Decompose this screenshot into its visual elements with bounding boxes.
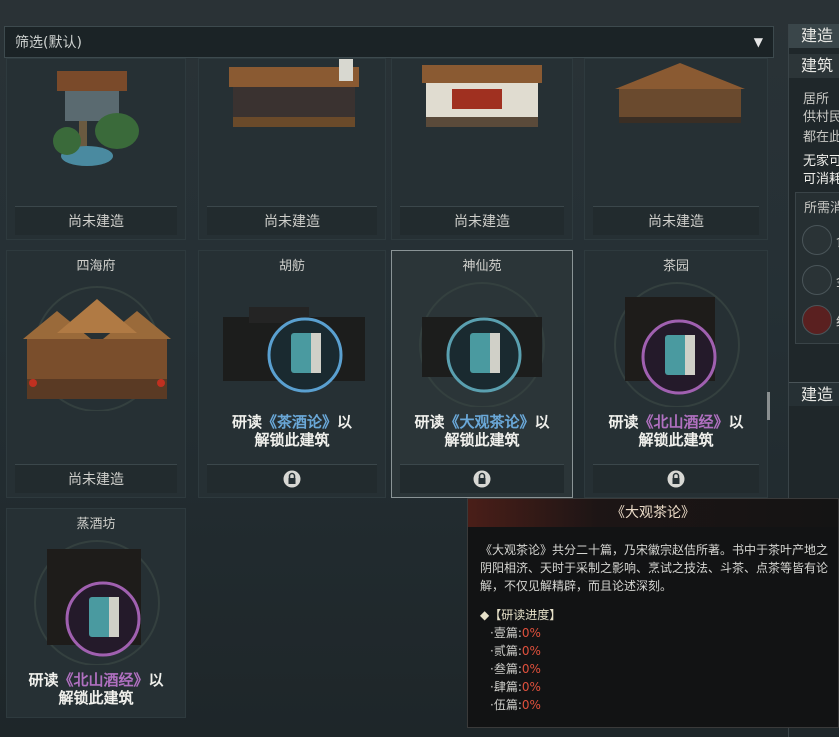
building-art-hall (229, 59, 359, 127)
building-art-manor (615, 63, 745, 123)
book-link[interactable]: 《北山酒经》 (638, 413, 728, 431)
panel-subheader: 建筑 (789, 54, 839, 78)
panel-text: 供村民 (803, 110, 839, 125)
building-name: 胡舫 (278, 259, 305, 274)
lock-status (593, 464, 759, 493)
building-card-sihaifu[interactable]: 四海府 尚未建造 (6, 250, 186, 498)
building-art-chayuan-locked (614, 282, 740, 407)
progress-row: ·伍篇:0% (490, 698, 541, 712)
building-card-chayuan[interactable]: 茶园 研读《北山酒经》以 解锁此建筑 (584, 250, 768, 498)
chevron-down-icon[interactable]: ▼ (754, 35, 763, 49)
building-card[interactable]: 尚未建造 (6, 58, 186, 240)
unlock-text: 研读《大观茶论》以 解锁此建筑 (414, 413, 550, 449)
filter-label: 筛选(默认) (15, 35, 82, 51)
building-art-pavilion (53, 71, 139, 166)
building-name: 神仙苑 (462, 259, 502, 274)
progress-row: ·肆篇:0% (490, 680, 541, 694)
card-status: 尚未建造 (400, 206, 564, 235)
book-link[interactable]: 《北山酒经》 (58, 671, 148, 689)
building-card[interactable]: 尚未建造 (198, 58, 386, 240)
card-status: 尚未建造 (15, 464, 177, 493)
card-status: 尚未建造 (593, 206, 759, 235)
panel-text: 可消耗 (803, 172, 839, 187)
book-link[interactable]: 《大观茶论》 (444, 413, 534, 431)
panel-text: 都在此 (803, 130, 839, 145)
building-art-sihaifu (23, 286, 171, 411)
wheat-icon (802, 225, 832, 255)
filter-dropdown[interactable]: 筛选(默认) ▼ (4, 26, 774, 58)
building-art-teahouse (422, 65, 542, 127)
lock-icon (667, 470, 685, 488)
lock-status (207, 464, 377, 493)
unlock-text: 研读《北山酒经》以 解锁此建筑 (28, 671, 164, 707)
panel-text: 居所 (803, 92, 830, 107)
book-link[interactable]: 《茶酒论》 (262, 413, 337, 431)
tooltip-description: 《大观茶论》共分二十篇，乃宋徽宗赵佶所著。书中于茶叶产地之阴阳相济、天时于采制之… (480, 543, 829, 593)
needs-header: 所需消 (804, 201, 839, 216)
lock-icon (473, 470, 491, 488)
build-button[interactable]: 建造 (789, 382, 839, 406)
scrollbar-thumb[interactable] (767, 392, 770, 420)
building-name: 四海府 (76, 259, 116, 274)
building-art-shenxianyuan-locked (419, 282, 545, 407)
building-art-zhengjiufang-locked (34, 540, 160, 665)
building-card-hufang[interactable]: 胡舫 研读《茶酒论》以 解锁此建筑 (198, 250, 386, 498)
cloth-icon (802, 305, 832, 335)
building-card-shenxianyuan[interactable]: 神仙苑 研读《大观茶论》以 解锁此建筑 (391, 250, 573, 498)
building-card[interactable]: 尚未建造 (391, 58, 573, 240)
progress-row: ·贰篇:0% (490, 644, 541, 658)
tooltip-title: 《大观茶论》 (468, 499, 838, 527)
building-name: 茶园 (662, 259, 689, 274)
building-card-zhengjiufang[interactable]: 蒸酒坊 研读《北山酒经》以 解锁此建筑 (6, 508, 186, 718)
resource-box: 所需消 食 金 纪 (795, 192, 839, 344)
card-status: 尚未建造 (207, 206, 377, 235)
panel-text: 无家可 (803, 154, 839, 169)
progress-row: ·壹篇:0% (490, 626, 541, 640)
progress-row: ·叁篇:0% (490, 662, 541, 676)
card-status: 尚未建造 (15, 206, 177, 235)
building-name: 蒸酒坊 (76, 517, 116, 532)
building-art-hufang-locked (223, 307, 365, 393)
progress-header: ◆【研读进度】 (480, 608, 562, 622)
unlock-text: 研读《北山酒经》以 解锁此建筑 (608, 413, 744, 449)
unlock-text: 研读《茶酒论》以 解锁此建筑 (231, 413, 353, 449)
ore-icon (802, 265, 832, 295)
lock-status (400, 464, 564, 493)
building-card[interactable]: 尚未建造 (584, 58, 768, 240)
lock-icon (283, 470, 301, 488)
book-tooltip: 《大观茶论》 《大观茶论》共分二十篇，乃宋徽宗赵佶所著。书中于茶叶产地之阴阳相济… (467, 498, 839, 728)
panel-header: 建造 (789, 24, 839, 48)
